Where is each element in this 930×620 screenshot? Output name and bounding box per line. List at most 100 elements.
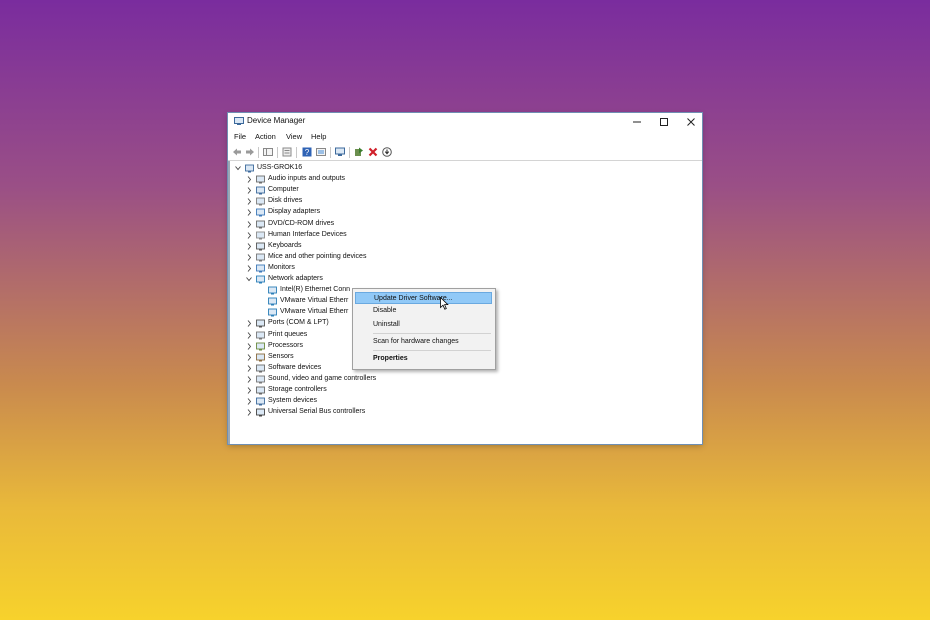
tree-category-label: Keyboards <box>268 241 302 249</box>
tree-root-label: USS-GROK16 <box>257 164 303 171</box>
tree-root[interactable]: USS-GROK16 <box>230 163 700 174</box>
tree-category-label: Disk drives <box>268 197 303 205</box>
menu-update-driver-software[interactable]: Update Driver Software... <box>355 292 492 304</box>
title-bar[interactable]: Device Manager <box>228 113 702 130</box>
menu-properties[interactable]: Properties <box>355 353 492 365</box>
chevron-right-icon[interactable] <box>245 230 253 241</box>
device-category-icon <box>256 408 265 417</box>
menu-disable[interactable]: Disable <box>355 305 492 317</box>
chevron-right-icon[interactable] <box>245 396 253 407</box>
toolbar-separator <box>277 147 278 158</box>
tree-category[interactable]: Audio inputs and outputs <box>230 174 700 185</box>
toolbar-separator <box>349 147 350 158</box>
tree-category[interactable]: Network adapters <box>230 274 700 285</box>
download-icon[interactable] <box>382 147 392 157</box>
tree-category-label: Universal Serial Bus controllers <box>268 408 366 416</box>
tree-category[interactable]: Keyboards <box>230 241 700 252</box>
menu-help[interactable]: Help <box>311 132 326 141</box>
network-adapter-icon <box>268 308 277 317</box>
device-category-icon <box>256 342 265 351</box>
tree-category-label: Computer <box>268 186 299 194</box>
tree-category-label: Sensors <box>268 352 294 360</box>
chevron-right-icon[interactable] <box>245 407 253 418</box>
device-category-icon <box>256 264 265 273</box>
show-hide-tree-icon[interactable] <box>263 147 273 157</box>
chevron-right-icon[interactable] <box>245 318 253 329</box>
close-button[interactable] <box>678 113 704 130</box>
toolbar-separator <box>330 147 331 158</box>
window-title: Device Manager <box>247 116 306 125</box>
tree-category-label: Ports (COM & LPT) <box>268 319 329 327</box>
tree-category[interactable]: Monitors <box>230 263 700 274</box>
update-driver-icon[interactable] <box>354 147 364 157</box>
device-category-icon <box>256 220 265 228</box>
chevron-right-icon[interactable] <box>245 363 253 374</box>
menu-bar: File Action View Help <box>228 131 702 143</box>
device-manager-icon <box>234 117 244 125</box>
chevron-right-icon[interactable] <box>245 252 253 263</box>
menu-file[interactable]: File <box>234 132 246 141</box>
help-icon[interactable]: ? <box>302 147 312 157</box>
tree-category-label: Human Interface Devices <box>268 230 347 238</box>
tree-category-label: Display adapters <box>268 208 321 216</box>
device-category-icon <box>256 275 265 284</box>
tree-category[interactable]: Disk drives <box>230 196 700 207</box>
maximize-button[interactable] <box>651 113 677 130</box>
tree-category[interactable]: DVD/CD-ROM drives <box>230 219 700 230</box>
tree-category[interactable]: Human Interface Devices <box>230 230 700 241</box>
network-adapter-label: VMware Virtual Etherr <box>280 308 349 316</box>
tree-category[interactable]: Sound, video and game controllers <box>230 374 700 385</box>
chevron-right-icon[interactable] <box>245 352 253 363</box>
tree-category[interactable]: Universal Serial Bus controllers <box>230 407 700 418</box>
device-category-icon <box>256 364 265 373</box>
close-icon <box>687 117 695 126</box>
device-category-icon <box>256 175 265 184</box>
menu-action[interactable]: Action <box>255 132 276 141</box>
device-category-icon <box>256 208 265 217</box>
chevron-right-icon[interactable] <box>245 374 253 385</box>
chevron-right-icon[interactable] <box>245 196 253 207</box>
tree-category[interactable]: System devices <box>230 396 700 407</box>
minimize-button[interactable] <box>624 113 650 130</box>
network-adapter-label: Intel(R) Ethernet Conn <box>280 286 351 294</box>
chevron-right-icon[interactable] <box>245 241 253 252</box>
menu-view[interactable]: View <box>286 132 302 141</box>
network-adapter-icon <box>268 286 277 295</box>
properties-icon[interactable] <box>282 147 292 157</box>
svg-text:?: ? <box>305 148 310 157</box>
device-category-icon <box>256 331 265 339</box>
uninstall-icon[interactable] <box>368 147 378 157</box>
monitor-scan-icon[interactable] <box>335 147 345 157</box>
tree-category[interactable]: Storage controllers <box>230 385 700 396</box>
device-category-icon <box>256 397 265 406</box>
tree-category-label: Print queues <box>268 330 308 338</box>
chevron-right-icon[interactable] <box>245 219 253 230</box>
device-category-icon <box>256 242 265 251</box>
menu-scan-hardware[interactable]: Scan for hardware changes <box>355 336 492 348</box>
tree-category[interactable]: Display adapters <box>230 207 700 218</box>
chevron-down-icon[interactable] <box>234 163 242 174</box>
device-category-icon <box>256 386 265 395</box>
toolbar-separator <box>296 147 297 158</box>
tree-category-label: Network adapters <box>268 275 323 282</box>
menu-separator <box>373 350 491 351</box>
chevron-right-icon[interactable] <box>245 185 253 196</box>
forward-arrow-icon[interactable] <box>245 147 255 157</box>
minimize-icon <box>633 121 641 122</box>
tree-category-label: Audio inputs and outputs <box>268 175 346 183</box>
mouse-pointer-icon <box>440 297 449 310</box>
chevron-right-icon[interactable] <box>245 385 253 396</box>
tree-category[interactable]: Computer <box>230 185 700 196</box>
chevron-right-icon[interactable] <box>245 174 253 185</box>
tree-category[interactable]: Mice and other pointing devices <box>230 252 700 263</box>
menu-item-label: Properties <box>373 355 408 362</box>
view-icon[interactable] <box>316 147 326 157</box>
menu-uninstall[interactable]: Uninstall <box>355 319 492 331</box>
toolbar: ? <box>228 145 702 161</box>
back-arrow-icon[interactable] <box>232 147 242 157</box>
chevron-down-icon[interactable] <box>245 274 253 285</box>
chevron-right-icon[interactable] <box>245 207 253 218</box>
chevron-right-icon[interactable] <box>245 330 253 341</box>
chevron-right-icon[interactable] <box>245 263 253 274</box>
chevron-right-icon[interactable] <box>245 341 253 352</box>
